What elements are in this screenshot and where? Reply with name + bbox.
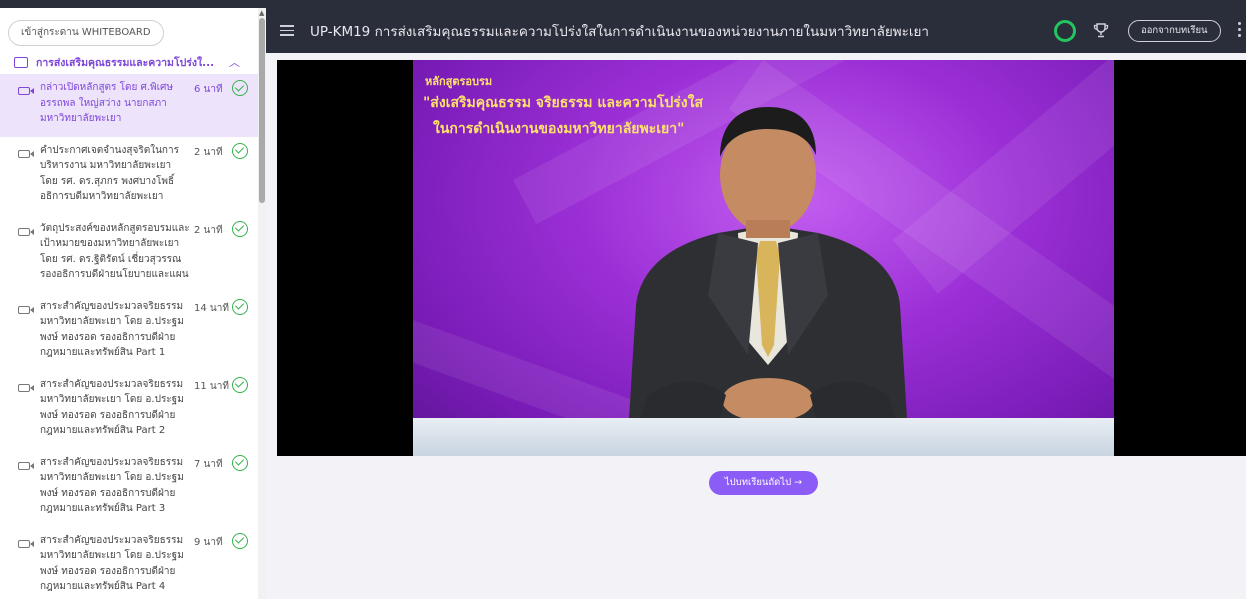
video-camera-icon [18,227,34,236]
sidebar-scrollbar[interactable]: ▲ [258,8,266,599]
trophy-icon[interactable] [1092,21,1110,39]
lesson-duration: 7 นาที [194,458,223,470]
video-camera-icon [18,149,34,158]
exit-lesson-button[interactable]: ออกจากบทเรียน [1128,20,1221,42]
folder-icon [14,56,28,68]
lesson-title: วัตถุประสงค์ของหลักสูตรอบรมและเป้าหมายขอ… [40,222,190,281]
scroll-up-arrow-icon[interactable]: ▲ [259,9,264,17]
scrollbar-thumb[interactable] [259,18,265,203]
lesson-item[interactable]: สาระสำคัญของประมวลจริยธรรม มหาวิทยาลัยพะ… [0,371,258,449]
chapter-header[interactable]: การส่งเสริมคุณธรรมและความโปร่งใ... ︿ [0,50,258,74]
video-camera-icon [18,383,34,392]
video-camera-icon [18,87,34,95]
chapter-title: การส่งเสริมคุณธรรมและความโปร่งใ... [36,56,215,69]
lesson-duration: 6 นาที [194,84,223,95]
presenter-figure [628,107,908,435]
lesson-list: กล่าวเปิดหลักสูตร โดย ศ.พิเศษ อรรถพล ใหญ… [0,74,258,599]
video-camera-icon [18,461,34,470]
desk [413,418,1114,456]
lesson-duration: 14 นาที [194,302,229,314]
lesson-title: คำประกาศเจตจำนงสุจริตในการบริหารงาน มหาว… [40,144,179,203]
lesson-duration: 2 นาที [194,224,223,236]
top-header: UP-KM19 การส่งเสริมคุณธรรมและความโปร่งใส… [266,8,1246,53]
check-circle-icon [232,298,248,315]
video-camera-icon [18,539,34,548]
more-options-icon[interactable] [1238,22,1241,38]
video-camera-icon [18,305,34,314]
lesson-title: กล่าวเปิดหลักสูตร โดย ศ.พิเศษ อรรถพล ใหญ… [40,82,173,124]
lesson-duration: 9 นาที [194,536,223,548]
check-circle-icon [232,80,248,96]
lesson-item[interactable]: กล่าวเปิดหลักสูตร โดย ศ.พิเศษ อรรถพล ใหญ… [0,74,258,137]
lesson-item[interactable]: สาระสำคัญของประมวลจริยธรรม มหาวิทยาลัยพะ… [0,527,258,599]
lesson-item[interactable]: สาระสำคัญของประมวลจริยธรรม มหาวิทยาลัยพะ… [0,293,258,371]
lesson-title: สาระสำคัญของประมวลจริยธรรม มหาวิทยาลัยพะ… [40,300,184,359]
app-root: เข้าสู่กระดาน WHITEBOARD การส่งเสริมคุณธ… [0,0,1246,599]
lesson-item[interactable]: วัตถุประสงค์ของหลักสูตรอบรมและเป้าหมายขอ… [0,215,258,293]
lesson-item[interactable]: คำประกาศเจตจำนงสุจริตในการบริหารงาน มหาว… [0,137,258,215]
hamburger-menu-icon[interactable] [280,25,294,36]
lesson-title: สาระสำคัญของประมวลจริยธรรม มหาวิทยาลัยพะ… [40,456,184,515]
lesson-duration: 2 นาที [194,146,223,158]
check-circle-icon [232,454,248,471]
check-circle-icon [232,142,248,159]
video-frame: หลักสูตรอบรม "ส่งเสริมคุณธรรม จริยธรรม แ… [413,60,1114,456]
whiteboard-button[interactable]: เข้าสู่กระดาน WHITEBOARD [8,20,164,46]
course-title: UP-KM19 การส่งเสริมคุณธรรมและความโปร่งใส… [310,23,930,40]
check-circle-icon [232,220,248,237]
check-circle-icon [232,376,248,393]
course-type-label: หลักสูตรอบรม [425,75,493,88]
progress-ring-icon[interactable] [1054,20,1076,42]
lesson-title: สาระสำคัญของประมวลจริยธรรม มหาวิทยาลัยพะ… [40,378,184,437]
lesson-duration: 11 นาที [194,380,229,392]
lesson-item[interactable]: สาระสำคัญของประมวลจริยธรรม มหาวิทยาลัยพะ… [0,449,258,527]
chevron-up-icon[interactable]: ︿ [229,54,240,70]
lesson-title: สาระสำคัญของประมวลจริยธรรม มหาวิทยาลัยพะ… [40,534,184,593]
video-player[interactable]: หลักสูตรอบรม "ส่งเสริมคุณธรรม จริยธรรม แ… [277,60,1246,456]
next-lesson-button[interactable]: ไปบทเรียนถัดไป → [709,471,818,495]
lesson-sidebar: เข้าสู่กระดาน WHITEBOARD การส่งเสริมคุณธ… [0,8,266,599]
check-circle-icon [232,532,248,549]
top-strip [0,0,1246,8]
